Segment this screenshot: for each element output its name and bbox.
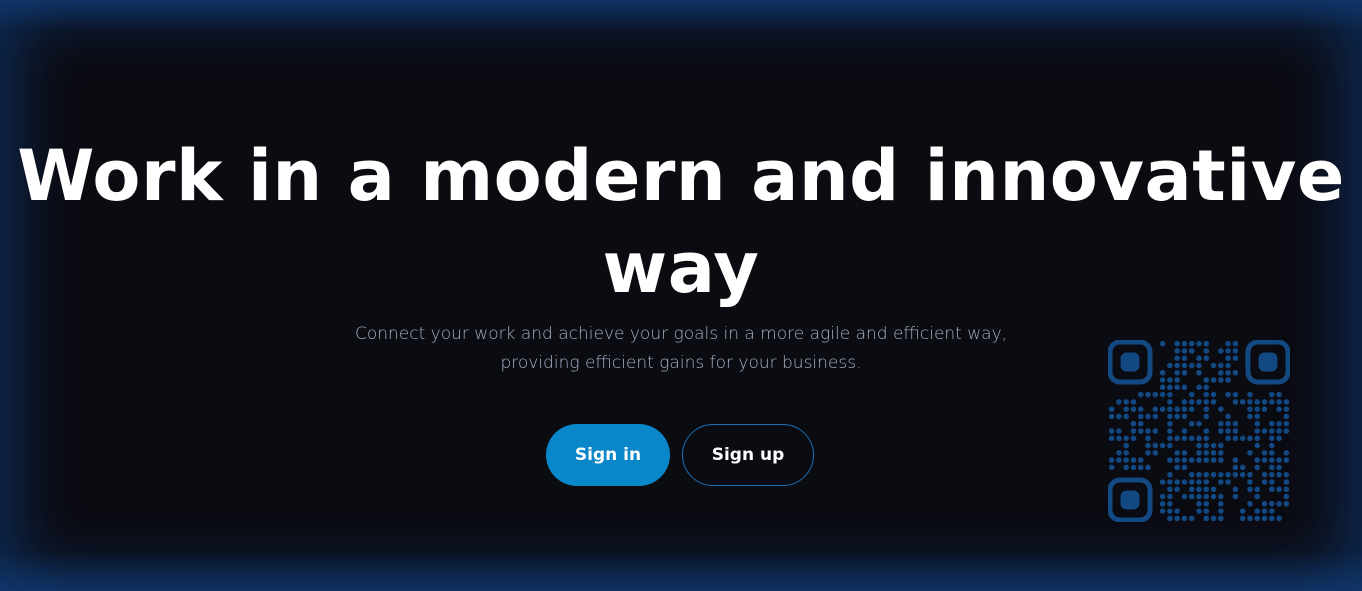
headline-line-2: way <box>602 227 760 309</box>
hero-subtitle: Connect your work and achieve your goals… <box>331 320 1031 378</box>
qr-code-icon <box>1108 340 1290 522</box>
top-glow <box>0 0 1362 30</box>
sign-up-button[interactable]: Sign up <box>682 424 814 486</box>
headline-line-1: Work in a modern and innovative <box>17 135 1345 217</box>
sign-up-label: Sign up <box>711 445 785 465</box>
subtitle-line-1: Connect your work and achieve your goals… <box>354 324 1008 344</box>
sign-in-label: Sign in <box>574 445 642 465</box>
page-title: Work in a modern and innovative way <box>0 130 1362 314</box>
subtitle-line-2: providing efficient gains for your busin… <box>500 353 862 373</box>
sign-in-button[interactable]: Sign in <box>546 424 670 486</box>
hero-section: Work in a modern and innovative way Conn… <box>0 0 1362 591</box>
bottom-glow <box>0 551 1362 591</box>
